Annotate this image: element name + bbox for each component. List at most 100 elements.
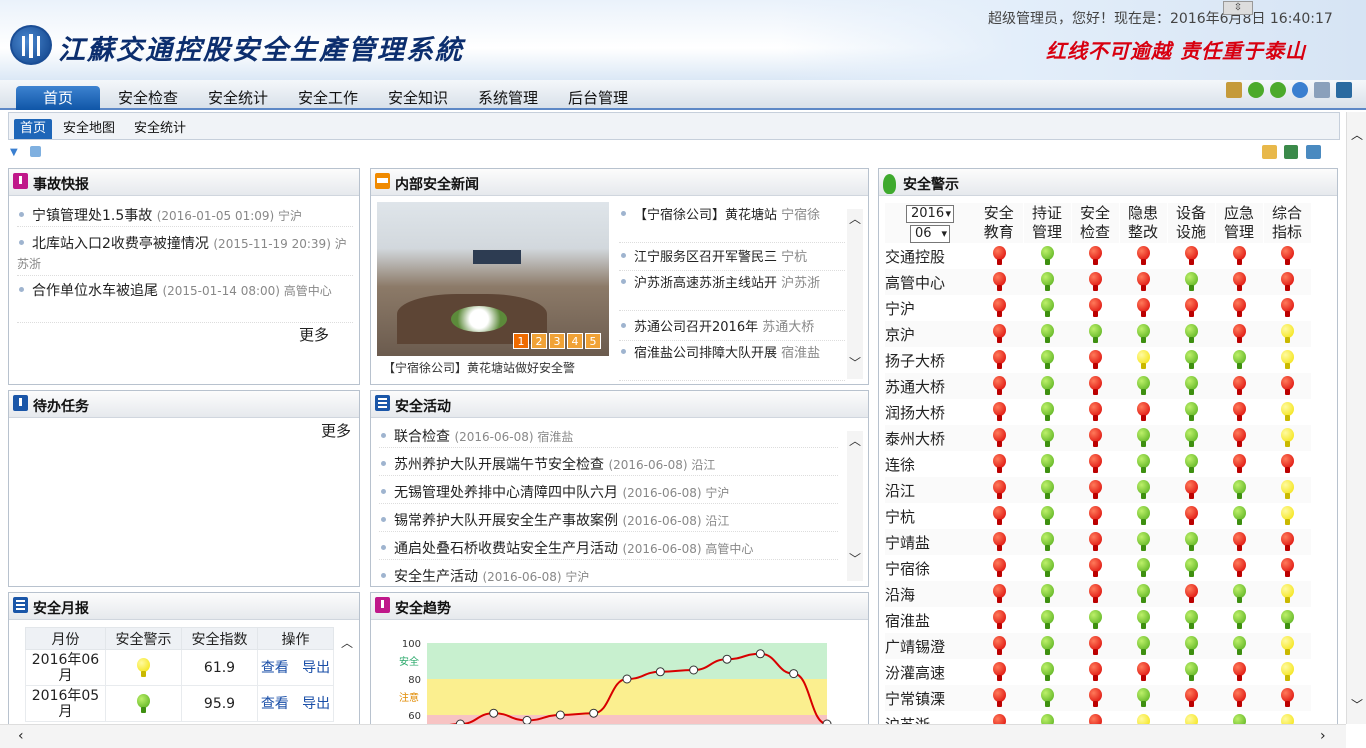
red-light-icon[interactable] <box>1136 272 1150 292</box>
red-light-icon[interactable] <box>1232 298 1246 318</box>
red-light-icon[interactable] <box>992 324 1006 344</box>
red-light-icon[interactable] <box>1088 636 1102 656</box>
green-light-icon[interactable] <box>1184 636 1198 656</box>
data-point[interactable] <box>622 674 632 684</box>
red-light-icon[interactable] <box>1232 662 1246 682</box>
green-light-icon[interactable] <box>1136 324 1150 344</box>
red-light-icon[interactable] <box>1088 506 1102 526</box>
green-light-icon[interactable] <box>1040 480 1054 500</box>
carousel-page-5[interactable]: 5 <box>585 333 601 349</box>
list-item[interactable]: 北库站入口2收费亭被撞情况 (2015-11-19 20:39) 沪苏浙 <box>17 234 353 276</box>
green-light-icon[interactable] <box>1040 428 1054 448</box>
red-light-icon[interactable] <box>1088 454 1102 474</box>
unit-name[interactable]: 交通控股 <box>885 243 975 269</box>
report-scrollbar[interactable]: ︿ <box>339 633 355 729</box>
folder-icon[interactable] <box>1262 145 1277 159</box>
carousel-page-4[interactable]: 4 <box>567 333 583 349</box>
green-light-icon[interactable] <box>1136 480 1150 500</box>
list-item[interactable]: 苏州养护大队开展端午节安全检查 (2016-06-08) 沿江 <box>379 455 838 476</box>
red-light-icon[interactable] <box>992 636 1006 656</box>
list-item[interactable]: 宁镇管理处1.5事故 (2016-01-05 01:09) 宁沪 <box>17 206 353 227</box>
green-light-icon[interactable] <box>1040 298 1054 318</box>
green-light-icon[interactable] <box>1136 428 1150 448</box>
nav-safety-check[interactable]: 安全检查 <box>116 86 180 110</box>
settings-icon[interactable] <box>30 146 41 157</box>
red-light-icon[interactable] <box>1136 298 1150 318</box>
collapse-header-button[interactable]: ⇳ <box>1223 1 1253 15</box>
red-light-icon[interactable] <box>1088 376 1102 396</box>
yellow-light-icon[interactable] <box>1280 506 1294 526</box>
unit-name[interactable]: 扬子大桥 <box>885 347 975 373</box>
red-light-icon[interactable] <box>992 558 1006 578</box>
green-light-icon[interactable] <box>1136 610 1150 630</box>
unit-name[interactable]: 泰州大桥 <box>885 425 975 451</box>
unit-name[interactable]: 沿江 <box>885 477 975 503</box>
scroll-up-icon[interactable]: ︿ <box>1351 126 1363 143</box>
green-light-icon[interactable] <box>1232 610 1246 630</box>
yellow-light-icon[interactable] <box>1280 402 1294 422</box>
page-scrollbar-vertical[interactable]: ︿ ﹀ <box>1346 112 1366 724</box>
red-light-icon[interactable] <box>992 454 1006 474</box>
logout-icon[interactable] <box>1336 82 1352 98</box>
news-item[interactable]: 【宁宿徐公司】黄花塘站 宁宿徐 <box>619 207 845 243</box>
scroll-down-icon[interactable]: ﹀ <box>849 357 861 369</box>
yellow-light-icon[interactable] <box>1280 480 1294 500</box>
data-point[interactable] <box>689 665 699 675</box>
red-light-icon[interactable] <box>1088 558 1102 578</box>
photo-caption[interactable]: 【宁宿徐公司】黄花塘站做好安全警 <box>383 359 575 376</box>
yellow-light-icon[interactable] <box>1280 662 1294 682</box>
unit-name[interactable]: 苏通大桥 <box>885 373 975 399</box>
red-light-icon[interactable] <box>1088 402 1102 422</box>
red-light-icon[interactable] <box>1232 272 1246 292</box>
red-light-icon[interactable] <box>1088 298 1102 318</box>
green-light-icon[interactable] <box>1040 688 1054 708</box>
red-light-icon[interactable] <box>1184 584 1198 604</box>
red-light-icon[interactable] <box>992 246 1006 266</box>
green-light-icon[interactable] <box>1040 324 1054 344</box>
red-light-icon[interactable] <box>1232 324 1246 344</box>
red-light-icon[interactable] <box>1088 480 1102 500</box>
red-light-icon[interactable] <box>992 610 1006 630</box>
unit-name[interactable]: 润扬大桥 <box>885 399 975 425</box>
red-light-icon[interactable] <box>1088 662 1102 682</box>
unit-name[interactable]: 沿海 <box>885 581 975 607</box>
green-light-icon[interactable] <box>1136 688 1150 708</box>
red-light-icon[interactable] <box>1184 506 1198 526</box>
home-icon[interactable] <box>1226 82 1242 98</box>
red-light-icon[interactable] <box>1184 480 1198 500</box>
yellow-light-icon[interactable] <box>1136 350 1150 370</box>
data-point[interactable] <box>789 669 799 679</box>
red-light-icon[interactable] <box>1184 688 1198 708</box>
news-scrollbar[interactable]: ︿ ﹀ <box>847 209 863 379</box>
green-light-icon[interactable] <box>1136 558 1150 578</box>
red-light-icon[interactable] <box>1232 428 1246 448</box>
unit-name[interactable]: 宁常镇溧 <box>885 685 975 711</box>
red-light-icon[interactable] <box>1232 402 1246 422</box>
scroll-up-icon[interactable]: ︿ <box>341 637 353 649</box>
green-light-icon[interactable] <box>1184 350 1198 370</box>
red-light-icon[interactable] <box>1232 376 1246 396</box>
green-light-icon[interactable] <box>1040 506 1054 526</box>
green-light-icon[interactable] <box>1232 350 1246 370</box>
red-light-icon[interactable] <box>1280 454 1294 474</box>
green-light-icon[interactable] <box>1184 428 1198 448</box>
red-light-icon[interactable] <box>992 272 1006 292</box>
green-light-icon[interactable] <box>1136 454 1150 474</box>
red-light-icon[interactable] <box>992 402 1006 422</box>
green-light-icon[interactable] <box>1184 376 1198 396</box>
scroll-left-icon[interactable]: ‹ <box>18 728 24 744</box>
green-light-icon[interactable] <box>1040 272 1054 292</box>
red-light-icon[interactable] <box>1232 532 1246 552</box>
export-link[interactable]: 导出 <box>302 696 330 712</box>
back-icon[interactable] <box>1248 82 1264 98</box>
red-light-icon[interactable] <box>992 350 1006 370</box>
green-light-icon[interactable] <box>1184 610 1198 630</box>
green-light-icon[interactable] <box>1040 636 1054 656</box>
red-light-icon[interactable] <box>1280 376 1294 396</box>
nav-safety-work[interactable]: 安全工作 <box>296 86 360 110</box>
red-light-icon[interactable] <box>1280 688 1294 708</box>
green-light-icon[interactable] <box>1040 610 1054 630</box>
list-item[interactable]: 锡常养护大队开展安全生产事故案例 (2016-06-08) 沿江 <box>379 511 838 532</box>
red-light-icon[interactable] <box>992 428 1006 448</box>
red-light-icon[interactable] <box>1232 454 1246 474</box>
